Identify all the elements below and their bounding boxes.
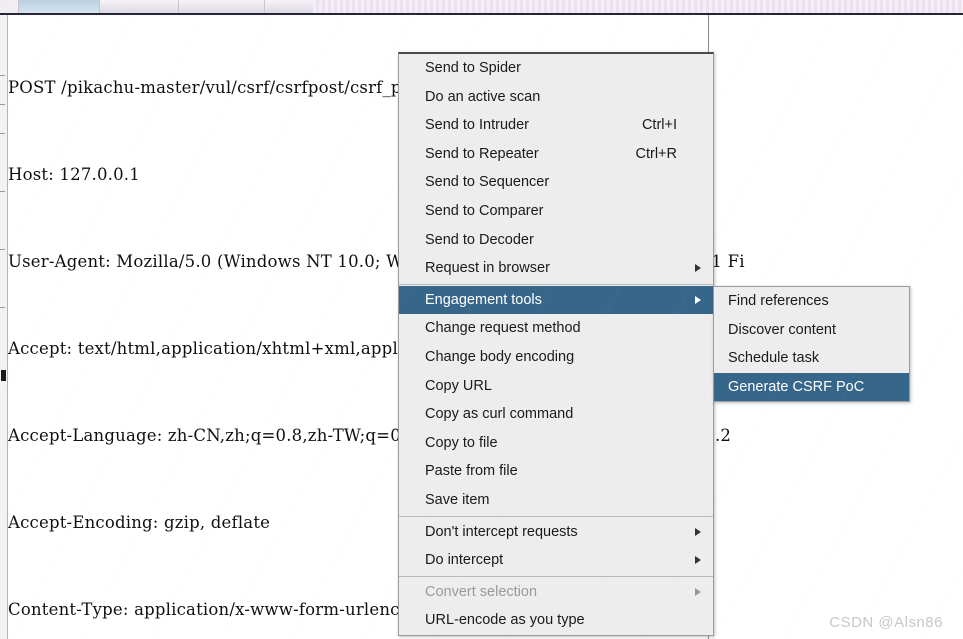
menu-item-label: Copy to file	[425, 434, 498, 451]
menu-item-paste-from-file[interactable]: Paste from file	[399, 457, 713, 486]
editor-caret	[1, 370, 6, 381]
menu-item-change-body-encoding[interactable]: Change body encoding	[399, 343, 713, 372]
menu-item-label: Send to Repeater	[425, 145, 539, 162]
menu-item-change-request-method[interactable]: Change request method	[399, 314, 713, 343]
menu-item-do-intercept[interactable]: Do intercept	[399, 546, 713, 575]
menu-item-send-to-spider[interactable]: Send to Spider	[399, 54, 713, 83]
menu-item-do-an-active-scan[interactable]: Do an active scan	[399, 83, 713, 112]
menu-item-copy-as-curl-command[interactable]: Copy as curl command	[399, 400, 713, 429]
menu-item-label: Save item	[425, 491, 490, 508]
menu-item-send-to-comparer[interactable]: Send to Comparer	[399, 197, 713, 226]
menu-item-send-to-decoder[interactable]: Send to Decoder	[399, 226, 713, 255]
menu-item-label: Do intercept	[425, 552, 504, 569]
menu-item-label: Don't intercept requests	[425, 523, 578, 540]
menu-item-label: Copy as curl command	[425, 406, 574, 423]
tab-hex[interactable]	[264, 0, 314, 13]
menu-item-label: Send to Comparer	[425, 202, 544, 219]
tab-strip-filler	[313, 0, 963, 13]
chevron-right-icon	[695, 556, 701, 565]
menu-item-url-encode-as-you-type[interactable]: URL-encode as you type	[399, 606, 713, 635]
editor-gutter	[0, 15, 8, 639]
tab-raw[interactable]	[18, 0, 100, 13]
submenu-item-label: Discover content	[728, 321, 836, 338]
engagement-tools-submenu[interactable]: Find references Discover content Schedule …	[713, 286, 910, 403]
chevron-right-icon	[695, 296, 701, 305]
menu-item-label: Request in browser	[425, 260, 550, 277]
menu-item-label: Send to Decoder	[425, 231, 534, 248]
menu-item-label: URL-encode as you type	[425, 612, 585, 629]
menu-item-shortcut: Ctrl+I	[641, 117, 677, 134]
menu-item-send-to-sequencer[interactable]: Send to Sequencer	[399, 168, 713, 197]
tab-strip	[0, 0, 963, 13]
menu-item-label: Convert selection	[425, 583, 538, 600]
menu-item-save-item[interactable]: Save item	[399, 486, 713, 515]
submenu-item-schedule-task[interactable]: Schedule task	[714, 344, 909, 373]
menu-item-label: Paste from file	[425, 463, 518, 480]
chevron-right-icon	[695, 587, 701, 596]
menu-item-label: Send to Intruder	[425, 117, 529, 134]
menu-item-don-t-intercept-requests[interactable]: Don't intercept requests	[399, 518, 713, 547]
menu-item-shortcut: Ctrl+R	[635, 145, 678, 162]
menu-item-label: Change body encoding	[425, 348, 575, 365]
submenu-item-label: Find references	[728, 293, 829, 309]
submenu-item-generate-csrf-poc[interactable]: Generate CSRF PoC	[714, 372, 909, 402]
menu-item-label: Change request method	[425, 320, 581, 337]
burp-suite-request-viewer: POST /pikachu-master/vul/csrf/csrfpost/c…	[0, 0, 963, 639]
submenu-item-label: Generate CSRF PoC	[728, 378, 865, 395]
menu-separator	[399, 283, 713, 285]
tab-params[interactable]	[99, 0, 179, 13]
menu-item-send-to-repeater[interactable]: Send to Repeater Ctrl+R	[399, 140, 713, 169]
menu-item-send-to-intruder[interactable]: Send to Intruder Ctrl+I	[399, 111, 713, 140]
menu-item-copy-to-file[interactable]: Copy to file	[399, 429, 713, 458]
menu-item-convert-selection: Convert selection	[399, 578, 713, 607]
chevron-right-icon	[695, 264, 701, 273]
menu-item-label: Engagement tools	[425, 291, 542, 308]
tab-headers[interactable]	[178, 0, 265, 13]
menu-item-request-in-browser[interactable]: Request in browser	[399, 254, 713, 283]
menu-separator	[399, 575, 713, 577]
menu-item-copy-url[interactable]: Copy URL	[399, 372, 713, 401]
context-menu[interactable]: Send to Spider Do an active scan Send to I…	[398, 52, 714, 636]
menu-item-label: Send to Spider	[425, 60, 521, 76]
submenu-item-find-references[interactable]: Find references	[714, 287, 909, 316]
submenu-item-discover-content[interactable]: Discover content	[714, 316, 909, 345]
menu-item-label: Send to Sequencer	[425, 174, 550, 191]
submenu-item-label: Schedule task	[728, 350, 820, 367]
menu-item-label: Copy URL	[425, 377, 492, 394]
menu-item-engagement-tools[interactable]: Engagement tools	[399, 285, 713, 315]
menu-item-label: Do an active scan	[425, 88, 541, 105]
chevron-right-icon	[695, 527, 701, 536]
menu-separator	[399, 515, 713, 517]
watermark-text: CSDN @Alsn86	[829, 614, 943, 631]
